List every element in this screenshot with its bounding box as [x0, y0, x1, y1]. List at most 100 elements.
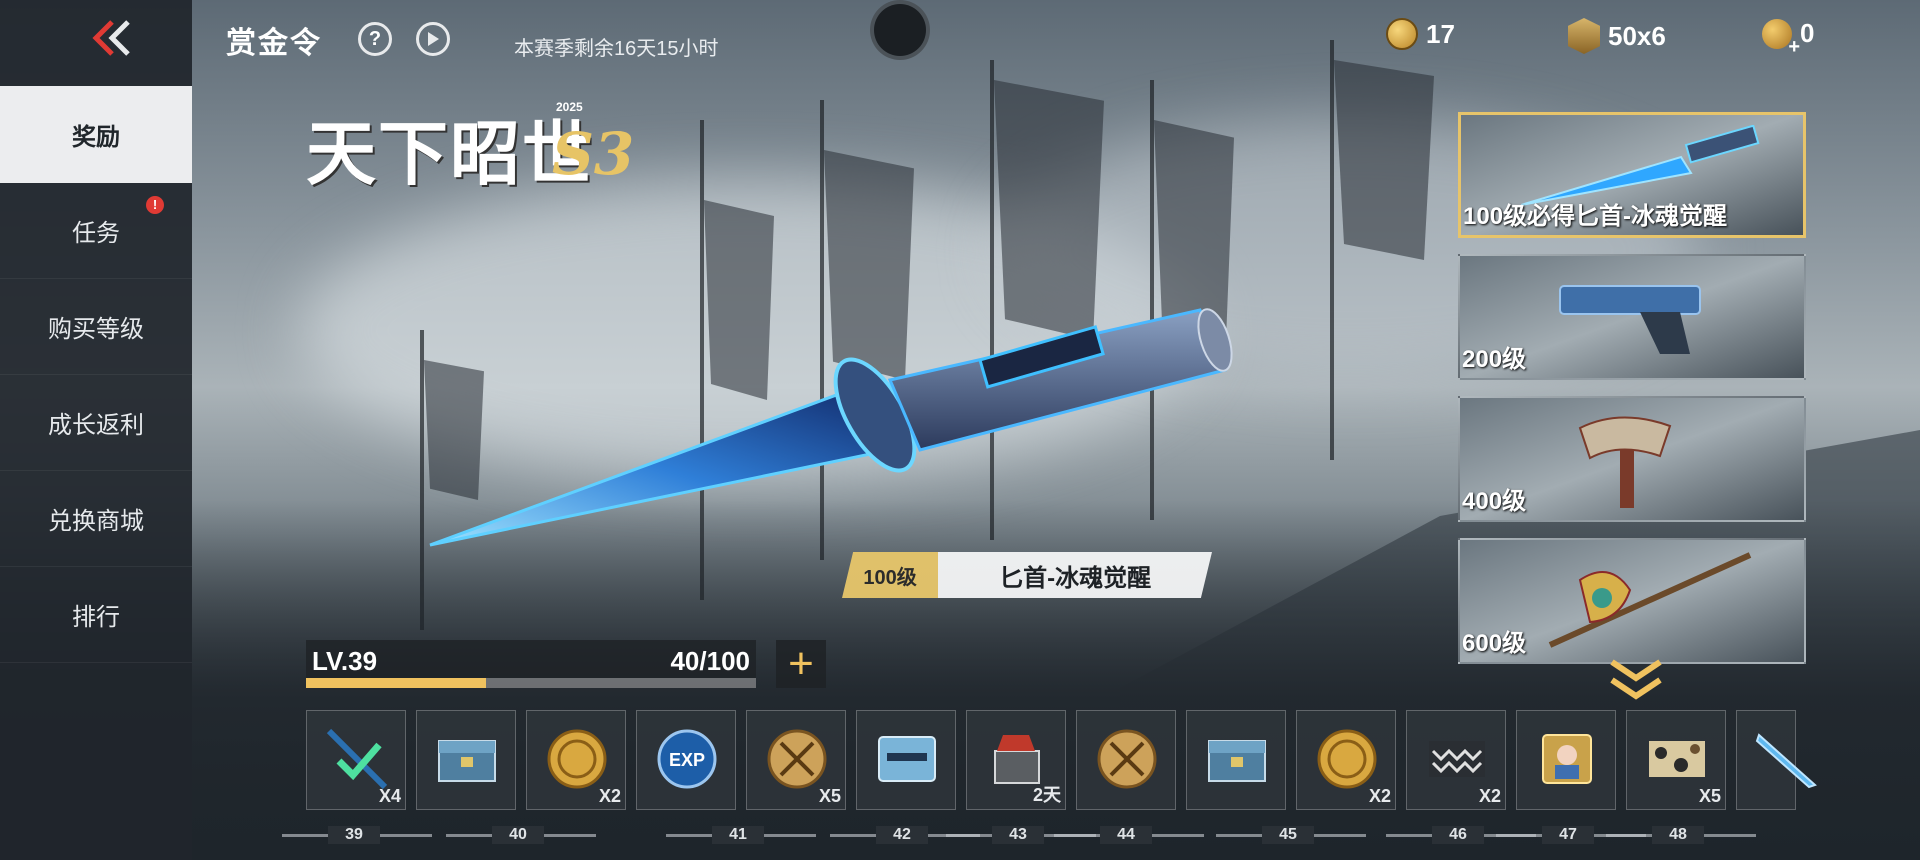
hero-item-label: 100级 匕首-冰魂觉醒: [842, 552, 1212, 598]
reward-track-slot[interactable]: [1736, 710, 1817, 810]
level-progress-track: [306, 678, 756, 688]
level-progress-text: 40/100: [670, 646, 750, 676]
track-level-number: 48: [1652, 826, 1704, 844]
question-icon: ?: [368, 27, 382, 50]
current-level: LV.39: [312, 646, 378, 676]
sidebar-item-buy-levels[interactable]: 购买等级: [0, 278, 192, 375]
back-chevron-icon: [92, 20, 130, 56]
hero-item-preview: [420, 300, 1280, 580]
dagger-claimed-icon: [325, 727, 389, 791]
reward-track-slot[interactable]: [416, 710, 516, 810]
sidebar-item-growth-rebate[interactable]: 成长返利: [0, 374, 192, 471]
camera-cutout: [874, 4, 926, 56]
sidebar-item-label: 奖励: [72, 123, 120, 151]
chevron-pattern-icon: [1425, 727, 1489, 791]
slot-quantity: X2: [1368, 786, 1391, 806]
track-level-number: 41: [712, 826, 764, 844]
sidebar: 奖励 任务 ! 购买等级 成长返利 兑换商城 排行: [0, 0, 192, 860]
sidebar-item-tasks[interactable]: 任务 !: [0, 182, 192, 279]
halberd-icon: [1548, 552, 1752, 648]
sidebar-item-label: 购买等级: [48, 315, 144, 343]
crate-icon: [435, 727, 499, 791]
track-level-number: 39: [328, 826, 380, 844]
page-title: 赏金令: [226, 27, 322, 60]
reward-track-slot[interactable]: [856, 710, 956, 810]
season-countdown: 本赛季剩余16天15小时: [514, 38, 719, 60]
slot-quantity: X4: [378, 786, 401, 806]
track-level-number: 43: [992, 826, 1044, 844]
milestone-reward-label: 200级: [1462, 346, 1527, 373]
scroll-down-button[interactable]: [1608, 658, 1664, 707]
star-coin-icon: [1762, 18, 1800, 59]
slot-quantity: X5: [1698, 786, 1721, 806]
milestone-reward-400[interactable]: 400级: [1458, 396, 1806, 522]
milestone-reward-600[interactable]: 600级: [1458, 538, 1806, 664]
sidebar-item-label: 排行: [72, 603, 120, 631]
play-video-button[interactable]: [416, 22, 450, 56]
exp-card-icon: EXP: [655, 727, 719, 791]
reward-track-slot[interactable]: [1186, 710, 1286, 810]
milestone-reward-100[interactable]: 100级必得匕首-冰魂觉醒: [1458, 112, 1806, 238]
dagger-icon: [429, 308, 1233, 547]
double-chevron-down-icon: [1610, 659, 1662, 700]
level-progress: LV.39 40/100: [306, 640, 756, 688]
currency-gold[interactable]: 17: [1386, 18, 1455, 50]
reward-track-slot[interactable]: EXP: [636, 710, 736, 810]
currency-badge[interactable]: 50x6: [1568, 18, 1666, 54]
currency-value: 0: [1800, 18, 1815, 48]
season-logo: 天下昭世: [306, 112, 594, 195]
reward-track-slot[interactable]: X2: [1296, 710, 1396, 810]
sidebar-item-label: 任务: [72, 219, 120, 247]
gold-coin-icon: [1315, 727, 1379, 791]
track-level-number: 45: [1262, 826, 1314, 844]
sidebar-item-label: 兑换商城: [48, 507, 144, 535]
track-level-number: 46: [1432, 826, 1484, 844]
currency-value: 50x6: [1608, 20, 1666, 51]
hero-item-level: 100级: [863, 566, 917, 589]
blade-icon: [1755, 727, 1819, 791]
milestone-reward-200[interactable]: 200级: [1458, 254, 1806, 380]
plus-icon: +: [788, 639, 814, 688]
reward-track-slot[interactable]: X4: [306, 710, 406, 810]
notification-badge: !: [146, 196, 164, 214]
axe-icon: [1578, 416, 1672, 508]
slot-quantity: X5: [818, 786, 841, 806]
milestone-reward-label: 600级: [1462, 630, 1527, 657]
crossed-rifles-coin-icon: [1095, 727, 1159, 791]
crate-icon: [1205, 727, 1269, 791]
sidebar-item-ranking[interactable]: 排行: [0, 566, 192, 663]
currency-value: 17: [1426, 18, 1455, 49]
milestone-reward-label: 400级: [1462, 488, 1527, 515]
avatar-card-icon: [1535, 727, 1599, 791]
reward-track-slot[interactable]: X2: [526, 710, 626, 810]
crossed-rifles-coin-icon: [765, 727, 829, 791]
reward-track-slot[interactable]: [1076, 710, 1176, 810]
sidebar-item-exchange-shop[interactable]: 兑换商城: [0, 470, 192, 567]
track-level-number: 47: [1542, 826, 1594, 844]
currency-star[interactable]: 0: [1762, 18, 1815, 59]
season-logo-year: 2025: [556, 100, 583, 114]
reward-track-slot[interactable]: X5: [1626, 710, 1726, 810]
slot-quantity: X2: [598, 786, 621, 806]
track-level-number: 40: [492, 826, 544, 844]
sidebar-item-rewards[interactable]: 奖励: [0, 86, 192, 183]
help-button[interactable]: ?: [358, 22, 392, 56]
reward-track-slot[interactable]: [1516, 710, 1616, 810]
hero-item-name: 匕首-冰魂觉醒: [999, 564, 1152, 592]
level-progress-fill: [306, 678, 486, 688]
season-logo-s3: S3: [552, 120, 635, 188]
weapon-card-icon: [875, 727, 939, 791]
badge-icon: [1568, 18, 1600, 54]
buy-level-button[interactable]: +: [776, 639, 826, 688]
gold-coin-icon: [1386, 18, 1418, 50]
track-level-number: 44: [1100, 826, 1152, 844]
track-level-number: 42: [876, 826, 928, 844]
sidebar-item-label: 成长返利: [48, 411, 144, 439]
reward-track-slot[interactable]: X2: [1406, 710, 1506, 810]
gold-coin-icon: [545, 727, 609, 791]
reward-track-slot[interactable]: X5: [746, 710, 846, 810]
slot-quantity: 2天: [1032, 785, 1061, 805]
back-button[interactable]: [88, 18, 138, 58]
slot-quantity: X2: [1478, 786, 1501, 806]
reward-track-slot[interactable]: 2天: [966, 710, 1066, 810]
